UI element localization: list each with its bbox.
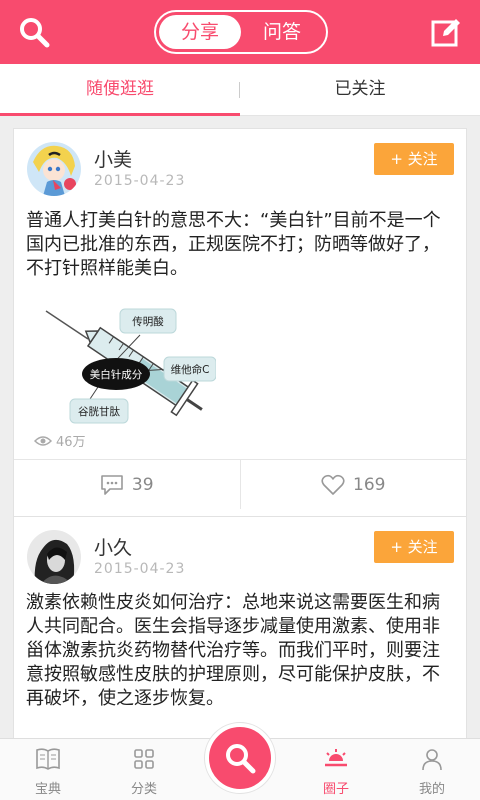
- eye-icon: [34, 435, 52, 446]
- image-label: 谷胱甘肽: [78, 405, 120, 418]
- bottom-nav: 宝典 分类 圈子 我的: [0, 723, 480, 800]
- post-card[interactable]: 小美 2015-04-23 + 关注 普通人打美白针的意思不大：“美白针”目前不…: [13, 128, 467, 526]
- feed-tabs: 随便逛逛 已关注: [0, 64, 480, 116]
- person-icon: [422, 749, 442, 771]
- nav-item-handbook[interactable]: 宝典: [0, 739, 96, 800]
- book-icon: [36, 748, 60, 770]
- comment-button[interactable]: 39: [14, 460, 240, 509]
- nav-label: 圈子: [322, 782, 349, 797]
- nav-label: 分类: [130, 782, 157, 797]
- post-text: 普通人打美白针的意思不大：“美白针”目前不是一个国内已批准的东西，正规医院不打；…: [26, 210, 441, 279]
- segment-qa[interactable]: 问答: [241, 15, 323, 49]
- tab-following[interactable]: 已关注: [240, 64, 480, 115]
- nav-item-circle[interactable]: 圈子: [288, 739, 384, 800]
- top-bar: 分享 问答: [0, 0, 480, 64]
- post-feed[interactable]: 小美 2015-04-23 + 关注 普通人打美白针的意思不大：“美白针”目前不…: [0, 116, 480, 738]
- nav-label: 我的: [418, 782, 445, 797]
- image-label: 维他命C: [171, 363, 210, 376]
- sun-icon: [325, 749, 347, 767]
- nav-item-profile[interactable]: 我的: [384, 739, 480, 800]
- search-icon: [226, 744, 256, 774]
- username[interactable]: 小久: [94, 533, 132, 560]
- tab-browse[interactable]: 随便逛逛: [0, 64, 240, 116]
- tab-divider: [239, 82, 240, 98]
- segment-share[interactable]: 分享: [159, 15, 241, 49]
- avatar[interactable]: [27, 530, 81, 584]
- post-date: 2015-04-23: [94, 561, 186, 577]
- comment-count: 39: [131, 474, 154, 495]
- post-actions: 39 169: [14, 459, 466, 509]
- post-card[interactable]: 小久 2015-04-23 + 关注 激素依赖性皮炎如何治疗：总地来说这需要医生…: [13, 516, 467, 738]
- image-label: 传明酸: [132, 315, 164, 328]
- post-text: 激素依赖性皮炎如何治疗：总地来说这需要医生和病人共同配合。医生会指导逐步减量使用…: [26, 592, 440, 709]
- avatar[interactable]: [27, 142, 81, 196]
- grid-icon: [134, 749, 154, 769]
- nav-label: 宝典: [34, 782, 61, 797]
- edit-icon[interactable]: [430, 16, 462, 48]
- heart-icon: [321, 474, 345, 495]
- follow-button[interactable]: + 关注: [374, 143, 454, 175]
- post-date: 2015-04-23: [94, 173, 186, 189]
- like-button[interactable]: 169: [239, 460, 467, 509]
- comment-icon: [101, 474, 123, 495]
- follow-button[interactable]: + 关注: [374, 531, 454, 563]
- post-image[interactable]: 传明酸 美白针成分 维他命C 谷胱甘肽: [40, 299, 216, 425]
- username[interactable]: 小美: [94, 145, 132, 172]
- nav-center: [192, 723, 288, 800]
- segment-control: 分享 问答: [154, 10, 328, 54]
- view-count-label: 46万: [56, 435, 86, 450]
- search-fab[interactable]: [205, 723, 275, 793]
- like-count: 169: [353, 474, 386, 495]
- view-count: 46万: [34, 431, 86, 450]
- search-icon[interactable]: [18, 16, 50, 48]
- image-label: 美白针成分: [90, 368, 143, 381]
- nav-item-category[interactable]: 分类: [96, 739, 192, 800]
